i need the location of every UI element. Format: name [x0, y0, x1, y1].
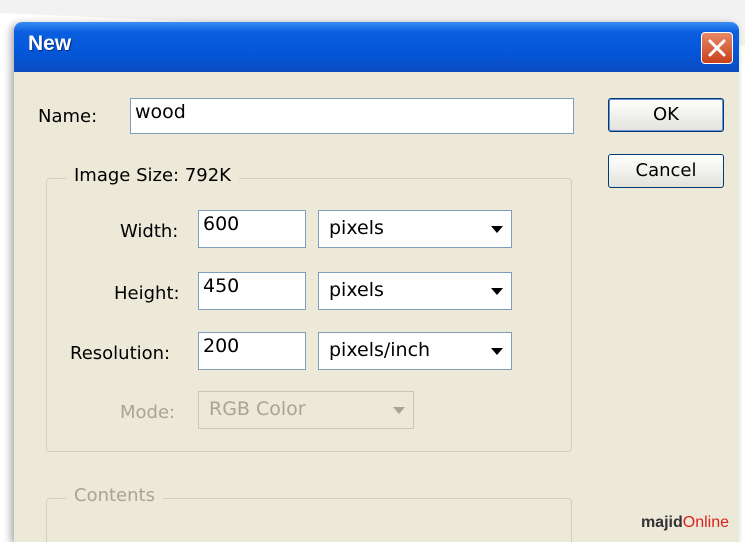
title-bar[interactable]: New: [14, 22, 739, 72]
image-size-label: Image Size: 792K: [66, 165, 239, 186]
watermark-logo: majidOnline: [641, 514, 729, 532]
chevron-down-icon: [389, 397, 409, 423]
chevron-down-icon[interactable]: [487, 338, 507, 364]
name-input[interactable]: wood: [130, 98, 574, 134]
height-input[interactable]: 450: [198, 272, 306, 310]
mode-value: RGB Color: [209, 398, 306, 420]
ok-button[interactable]: OK: [608, 98, 724, 132]
height-unit-value: pixels: [329, 279, 384, 301]
close-icon: [708, 39, 726, 57]
resolution-unit-select[interactable]: pixels/inch: [318, 332, 512, 370]
resolution-unit-value: pixels/inch: [329, 339, 431, 361]
width-label: Width:: [120, 221, 179, 242]
mode-label: Mode:: [120, 402, 176, 423]
contents-label: Contents: [66, 485, 163, 506]
name-label: Name:: [38, 106, 98, 127]
height-label: Height:: [114, 283, 180, 304]
height-unit-select[interactable]: pixels: [318, 272, 512, 310]
chevron-down-icon[interactable]: [487, 216, 507, 242]
width-unit-select[interactable]: pixels: [318, 210, 512, 248]
mode-select: RGB Color: [198, 391, 414, 429]
dialog-title: New: [28, 32, 72, 55]
cancel-button[interactable]: Cancel: [608, 154, 724, 188]
chevron-down-icon[interactable]: [487, 278, 507, 304]
width-input[interactable]: 600: [198, 210, 306, 248]
new-document-dialog: New Name: wood OK Cancel Image Size: 792…: [14, 22, 739, 542]
resolution-label: Resolution:: [70, 343, 171, 364]
resolution-input[interactable]: 200: [198, 332, 306, 370]
close-button[interactable]: [701, 32, 733, 64]
width-unit-value: pixels: [329, 217, 384, 239]
